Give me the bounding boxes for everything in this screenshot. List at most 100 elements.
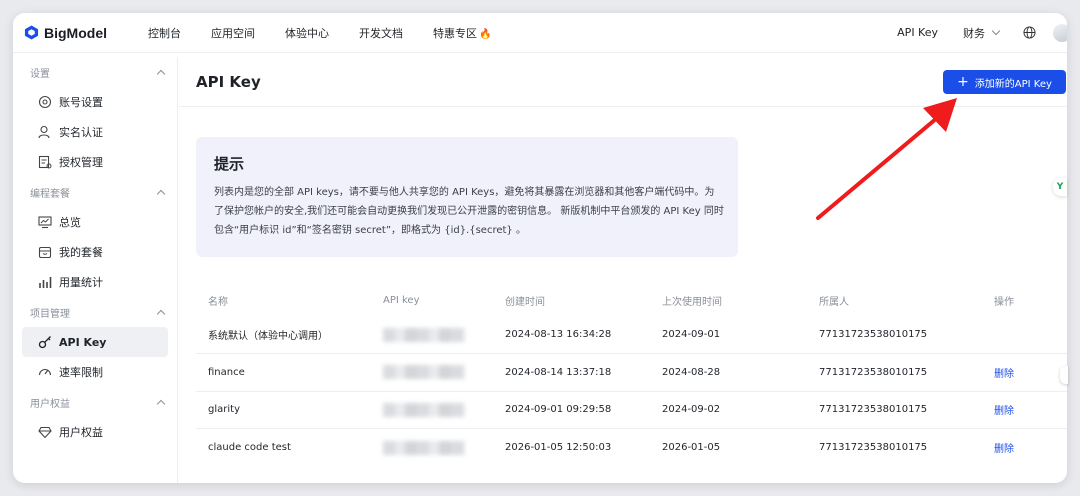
created-time: 2024-08-13 16:34:28 (493, 316, 650, 354)
sidebar-group-label: 用户权益 (30, 398, 70, 410)
row-action-cell: 删除 (982, 391, 1067, 429)
page-title: API Key (196, 72, 261, 91)
monitor-icon (38, 216, 52, 229)
table-row: glarity 2024-09-01 09:29:58 2024-09-02 7… (196, 391, 1067, 429)
sidebar-group-project[interactable]: 项目管理 (13, 297, 177, 327)
last-used-time: 2026-01-05 (662, 442, 721, 453)
key-name: claude code test (208, 442, 291, 453)
masked-key (383, 440, 465, 455)
chevron-down-icon (991, 26, 1001, 36)
sidebar-item-api-key[interactable]: API Key (22, 327, 168, 357)
api-key-masked (371, 391, 493, 429)
api-key-masked (371, 316, 493, 354)
nav-console[interactable]: 控制台 (148, 25, 181, 41)
logo[interactable]: BigModel (24, 25, 148, 41)
sidebar-item-account-settings[interactable]: 账号设置 (22, 87, 168, 117)
sidebar-group-settings[interactable]: 设置 (13, 57, 177, 87)
side-scroll-handle[interactable] (1060, 366, 1068, 384)
side-widget-tab[interactable]: Y (1053, 178, 1067, 196)
last-used-time: 2024-09-01 (650, 316, 807, 354)
masked-key (383, 365, 465, 380)
sidebar-item-overview[interactable]: 总览 (22, 207, 168, 237)
authorize-icon (38, 155, 52, 169)
col-owner: 所属人 (819, 296, 849, 308)
nav-experience-center[interactable]: 体验中心 (285, 25, 329, 41)
table-header: 名称 API key 创建时间 上次使用时间 所属人 操作 (196, 284, 1067, 316)
sidebar-item-rate-limit[interactable]: 速率限制 (22, 357, 168, 387)
col-last-used: 上次使用时间 (662, 296, 722, 308)
key-name: glarity (196, 391, 371, 429)
nav-promotions[interactable]: 特惠专区 🔥 (433, 25, 491, 41)
col-created: 创建时间 (505, 296, 545, 308)
api-key-masked (371, 429, 493, 467)
last-used-time: 2024-08-28 (650, 353, 807, 392)
user-icon (38, 125, 50, 139)
key-name: 系统默认（体验中心调用） (196, 316, 371, 354)
finance-dropdown[interactable]: 财务 (963, 25, 1001, 41)
sidebar-group-coding-plan[interactable]: 编程套餐 (13, 177, 177, 207)
chevron-up-icon (156, 189, 166, 198)
fire-icon: 🔥 (479, 28, 492, 40)
row-action-cell: 删除 (982, 353, 1067, 392)
owner-id: 77131723538010175 (819, 442, 928, 453)
page-header: API Key (179, 57, 1067, 107)
sidebar-item-label: 用户权益 (59, 426, 103, 439)
col-api-key: API key (383, 294, 420, 306)
sidebar-item-usage-stats[interactable]: 用量统计 (22, 267, 168, 297)
owner-id: 77131723538010175 (807, 391, 982, 429)
bar-chart-icon (39, 277, 52, 288)
nav-right: API Key 财务 (897, 23, 1067, 42)
sidebar-item-authorization[interactable]: 授权管理 (22, 147, 168, 177)
created-time: 2026-01-05 12:50:03 (505, 442, 612, 453)
sidebar-group-user-benefits[interactable]: 用户权益 (13, 387, 177, 417)
bigmodel-logo-icon (24, 25, 39, 40)
sidebar-item-label: 总览 (59, 216, 81, 229)
delete-button[interactable]: 删除 (994, 369, 1014, 380)
nav-links: 控制台 应用空间 体验中心 开发文档 特惠专区 🔥 (148, 25, 521, 41)
nav-dev-docs[interactable]: 开发文档 (359, 25, 403, 41)
key-name: finance (196, 353, 371, 392)
col-name: 名称 (208, 296, 228, 308)
last-used-time: 2024-09-02 (650, 391, 807, 429)
add-api-key-label: 添加新的API Key (974, 78, 1052, 90)
sidebar-item-my-package[interactable]: 我的套餐 (22, 237, 168, 267)
top-nav: BigModel 控制台 应用空间 体验中心 开发文档 特惠专区 🔥 API Ke… (13, 13, 1067, 53)
nav-api-key[interactable]: API Key (897, 26, 938, 39)
table-row: finance 2024-08-14 13:37:18 2024-08-28 7… (196, 353, 1067, 392)
sidebar-item-label: 授权管理 (59, 156, 103, 169)
nav-app-space[interactable]: 应用空间 (211, 25, 255, 41)
sidebar-group-label: 项目管理 (30, 308, 70, 320)
diamond-icon (38, 426, 52, 439)
gear-icon (38, 95, 52, 109)
chevron-up-icon (156, 309, 166, 318)
globe-icon[interactable] (1023, 26, 1036, 39)
finance-label: 财务 (963, 26, 985, 40)
plus-icon: + (957, 74, 969, 90)
table-row: 系统默认（体验中心调用） 2024-08-13 16:34:28 2024-09… (196, 316, 1067, 354)
chevron-up-icon (156, 69, 166, 78)
add-api-key-button[interactable]: + 添加新的API Key (943, 70, 1066, 94)
owner-id: 77131723538010175 (807, 316, 982, 354)
row-action-cell: 删除 (982, 429, 1067, 467)
main-content: API Key + 添加新的API Key 提示 列表内是您的全部 API ke… (179, 57, 1067, 483)
sidebar-item-real-name[interactable]: 实名认证 (22, 117, 168, 147)
sidebar-item-label: 账号设置 (59, 96, 103, 109)
sidebar-item-user-benefits[interactable]: 用户权益 (22, 417, 168, 447)
nav-promotions-label: 特惠专区 (433, 26, 477, 40)
api-key-masked (371, 353, 493, 392)
sidebar-item-label: 用量统计 (59, 276, 103, 289)
owner-id: 77131723538010175 (807, 353, 982, 392)
created-time: 2024-08-14 13:37:18 (493, 353, 650, 392)
tip-title: 提示 (214, 155, 245, 173)
sidebar-item-label: 速率限制 (59, 366, 103, 379)
row-action (982, 316, 1067, 354)
delete-button[interactable]: 删除 (994, 444, 1014, 455)
key-icon (38, 336, 51, 349)
sidebar-group-label: 设置 (30, 68, 50, 80)
avatar[interactable] (1053, 23, 1067, 42)
created-time: 2024-09-01 09:29:58 (493, 391, 650, 429)
delete-button[interactable]: 删除 (994, 406, 1014, 417)
package-icon (38, 246, 52, 259)
masked-key (383, 327, 465, 342)
sidebar: 设置 账号设置 实名认证 授权管理 编程套餐 总览 我的套餐 用量统计 项目管理… (13, 57, 178, 483)
